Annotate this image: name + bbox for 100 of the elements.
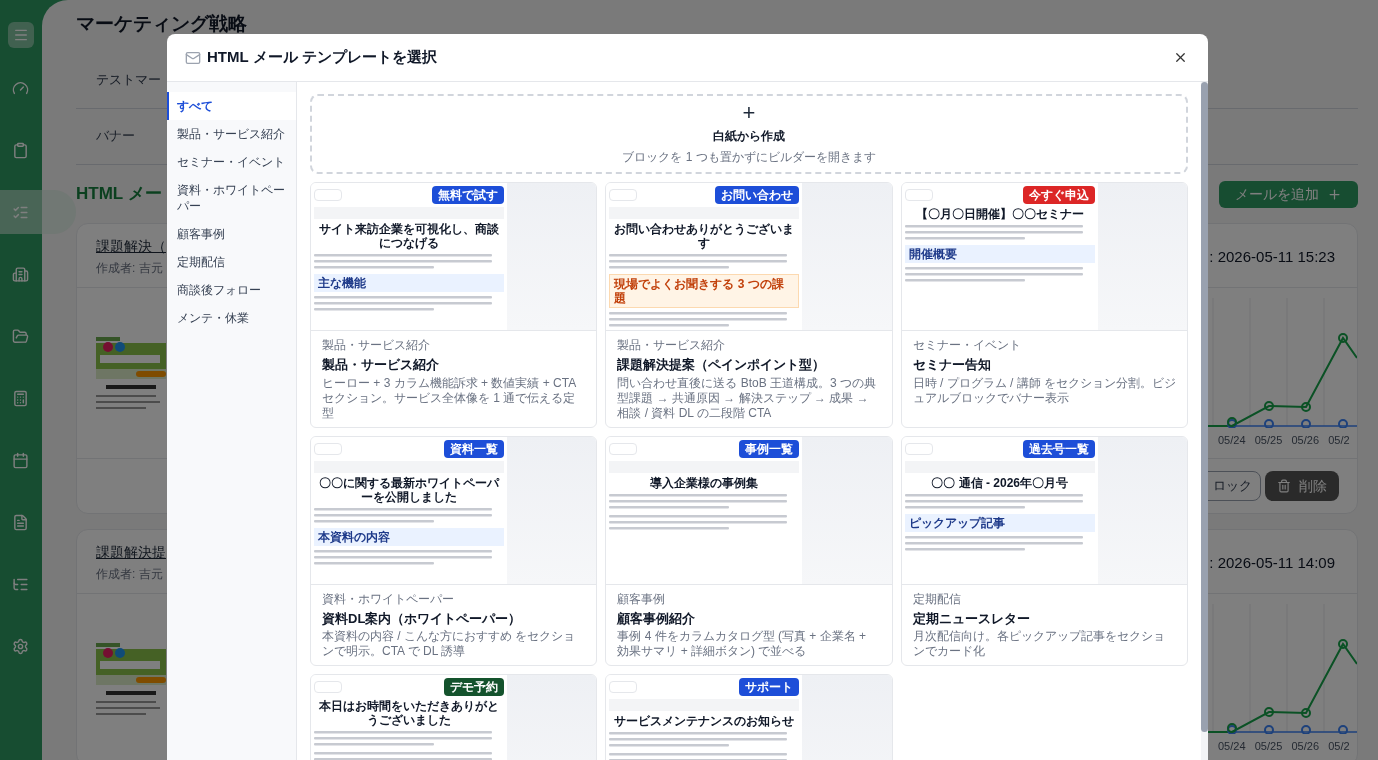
axis-label: 05/26: [1291, 432, 1321, 448]
template-card[interactable]: サポート サービスメンテナンスのお知らせ: [605, 674, 893, 760]
template-category: 製品・サービス紹介: [617, 337, 727, 354]
email-headline: 〇〇に関する最新ホワイトペーパーを公開しました: [318, 475, 501, 504]
category-tab[interactable]: 製品・サービス紹介: [167, 120, 296, 148]
logo-placeholder: [609, 189, 638, 201]
cta-label: 資料一覧: [444, 439, 504, 458]
email-headline: 【〇月〇日開催】〇〇セミナー: [914, 207, 1085, 221]
section-title: HTML メー: [76, 183, 162, 206]
page-title: マーケティング戦略: [76, 12, 248, 36]
section-heading: 現場でよくお聞きする 3 つの課題: [609, 274, 800, 308]
cta-label: 過去号一覧: [1022, 439, 1095, 458]
trash-icon: [1277, 479, 1291, 493]
email-title[interactable]: 課題解決提: [96, 542, 166, 563]
axis-label: 05/26: [1291, 739, 1321, 754]
category-tab[interactable]: 資料・ホワイトペーパー: [167, 176, 296, 220]
template-description: 本資料の内容 / こんな方におすすめ をセクションで明示。CTA で DL 誘導: [322, 629, 577, 659]
email-headline: お問い合わせありがとうございます: [613, 222, 796, 250]
cta-label: デモ予約: [444, 678, 504, 696]
calculator-icon: [12, 389, 29, 407]
logo-placeholder: [314, 442, 342, 455]
template-category: 資料・ホワイトペーパー: [322, 590, 455, 608]
cta-label: サポート: [739, 678, 800, 696]
template-title: 定期ニュースレター: [912, 609, 1031, 628]
template-description: 日時 / プログラム / 講師 をセクション分割。ビジュアルブロックでバナー表示: [912, 375, 1176, 406]
template-description: 事例 4 件をカラムカタログ型 (写真 + 企業名 + 効果サマリ + 詳細ボタン) で並べる: [617, 629, 868, 659]
scrollbar[interactable]: [1201, 82, 1208, 760]
section-heading: 主な機能: [314, 274, 504, 292]
template-card[interactable]: 無料で試す サイト来訪企業を可視化し、商談につなげる 主な機能 製品・サービス紹介 製品・サービス紹介 ヒーロー + 3 カラム機能訴求 + 数値実績 + CTA セクション。サービス全体像を 1 通で伝える定型: [310, 182, 598, 428]
template-category: 顧客事例: [617, 590, 667, 608]
gauge-icon: [12, 79, 29, 97]
logo-placeholder: [314, 189, 342, 201]
dialog-title: HTML メール テンプレートを選択: [207, 47, 437, 68]
author-text: 作成者: 吉元: [96, 566, 164, 583]
template-title: 製品・サービス紹介: [322, 356, 440, 374]
logo-placeholder: [314, 681, 342, 693]
axis-label: 05/2: [1328, 432, 1351, 448]
template-description: ヒーロー + 3 カラム機能訴求 + 数値実績 + CTA セクション。サービス全体像を 1 通で伝える定型: [322, 375, 577, 421]
document-icon: [12, 513, 29, 531]
template-title: 資料DL案内（ホワイトペーパー）: [322, 609, 523, 628]
category-tab[interactable]: 顧客事例: [167, 220, 296, 248]
cta-label: 事例一覧: [739, 439, 800, 458]
updated-date: : 2026-05-11 15:23: [1209, 246, 1335, 267]
template-card[interactable]: 資料一覧 〇〇に関する最新ホワイトペーパーを公開しました 本資料の内容 資料・ホワイトペーパー 資料DL案内（ホワイトペーパー） 本資料の内容 / こんな方におすすめ をセクションで明示。CTA で DL 誘導: [310, 435, 598, 666]
template-title: 顧客事例紹介: [617, 609, 697, 628]
settings-icon: [12, 637, 29, 655]
email-title[interactable]: 課題解決（: [96, 235, 166, 257]
template-title: 課題解決提案（ペインポイント型）: [617, 356, 827, 374]
axis-label: 05/25: [1254, 432, 1284, 448]
building-icon: [12, 265, 29, 283]
logo-placeholder: [904, 189, 933, 201]
blank-template-card[interactable]: + 白紙から作成 ブロックを 1 つも置かずにビルダーを開きます: [310, 94, 1188, 174]
logo-placeholder: [609, 681, 638, 693]
category-tab[interactable]: すべて: [167, 92, 296, 120]
author-text: 作成者: 吉元: [96, 259, 164, 277]
plus-icon: [1327, 186, 1342, 202]
email-headline: 導入企業様の事例集: [649, 475, 760, 490]
menu-icon: [13, 27, 29, 43]
template-card[interactable]: 過去号一覧 〇〇 通信 - 2026年〇月号 ピックアップ記事 定期配信 定期ニュースレター 月次配信向け。各ピックアップ記事をセクションでカード化: [900, 435, 1188, 666]
email-headline: サービスメンテナンスのお知らせ: [613, 714, 796, 728]
template-description: 問い合わせ直後に送る BtoB 王道構成。3 つの典型課題 → 共通原因 → 解決ステップ → 成果 → 相談 / 資料 DL の二段階 CTA: [617, 375, 878, 421]
updated-date: : 2026-05-11 14:09: [1209, 553, 1335, 573]
logo-placeholder: [904, 442, 933, 455]
delete-button[interactable]: 削除: [1265, 471, 1339, 501]
calendar-icon: [12, 451, 29, 469]
template-category: セミナー・イベント: [912, 337, 1022, 354]
axis-label: 05/24: [1218, 432, 1247, 448]
axis-label: 05/24: [1218, 739, 1247, 754]
template-title: セミナー告知: [912, 356, 992, 374]
template-description: 月次配信向け。各ピックアップ記事をセクションでカード化: [912, 629, 1166, 659]
blank-title: 白紙から作成: [713, 128, 785, 145]
plus-icon: +: [742, 102, 756, 124]
logo-placeholder: [609, 442, 638, 455]
list-row-label: テストマー: [96, 71, 161, 90]
category-tab[interactable]: メンテ・休業: [167, 304, 296, 332]
axis-label: 05/2: [1328, 739, 1351, 754]
axis-label: 05/25: [1254, 739, 1284, 754]
list-row-label: バナー: [96, 127, 135, 146]
blank-subtitle: ブロックを 1 つも置かずにビルダーを開きます: [622, 149, 876, 166]
cta-label: お問い合わせ: [715, 186, 800, 204]
email-headline: サイト来訪企業を可視化し、商談につなげる: [318, 222, 500, 250]
category-tab[interactable]: 定期配信: [167, 248, 296, 276]
email-headline: 本日はお時間をいただきありがとうございました: [318, 699, 500, 727]
cta-label: 無料で試す: [432, 186, 504, 204]
folder-icon: [12, 327, 29, 345]
template-card[interactable]: デモ予約 本日はお時間をいただきありがとうございました: [310, 674, 598, 760]
section-heading: 本資料の内容: [314, 527, 504, 546]
template-card[interactable]: お問い合わせ お問い合わせありがとうございます 現場でよくお聞きする 3 つの課題 製品・サービス紹介 課題解決提案（ペインポイント型） 問い合わせ直後に送る BtoB 王道構成。3 つの典型課題 → 共通原因 → 解決ステップ → 成果 → 相談 / 資料 DL の二段階 CTA: [605, 182, 893, 428]
template-card[interactable]: 事例一覧 導入企業様の事例集 顧客事例 顧客事例紹介 事例 4 件をカラムカタログ型 (写真 + 企業名 + 効果サマリ + 詳細ボタン) で並べる: [605, 435, 893, 666]
email-headline: 〇〇 通信 - 2026年〇月号: [930, 475, 1069, 490]
category-tab[interactable]: セミナー・イベント: [167, 148, 296, 176]
category-tab[interactable]: 商談後フォロー: [167, 276, 296, 304]
section-heading: 開催概要: [904, 245, 1095, 263]
section-heading: ピックアップ記事: [904, 513, 1095, 532]
template-card[interactable]: 今すぐ申込 【〇月〇日開催】〇〇セミナー 開催概要 セミナー・イベント セミナー告知 日時 / プログラム / 講師 をセクション分割。ビジュアルブロックでバナー表示: [900, 182, 1188, 428]
cta-label: 今すぐ申込: [1022, 186, 1095, 204]
template-category: 製品・サービス紹介: [322, 337, 431, 354]
template-category: 定期配信: [912, 590, 962, 608]
clipboard-icon: [12, 141, 29, 159]
envelope-icon: [185, 49, 201, 66]
